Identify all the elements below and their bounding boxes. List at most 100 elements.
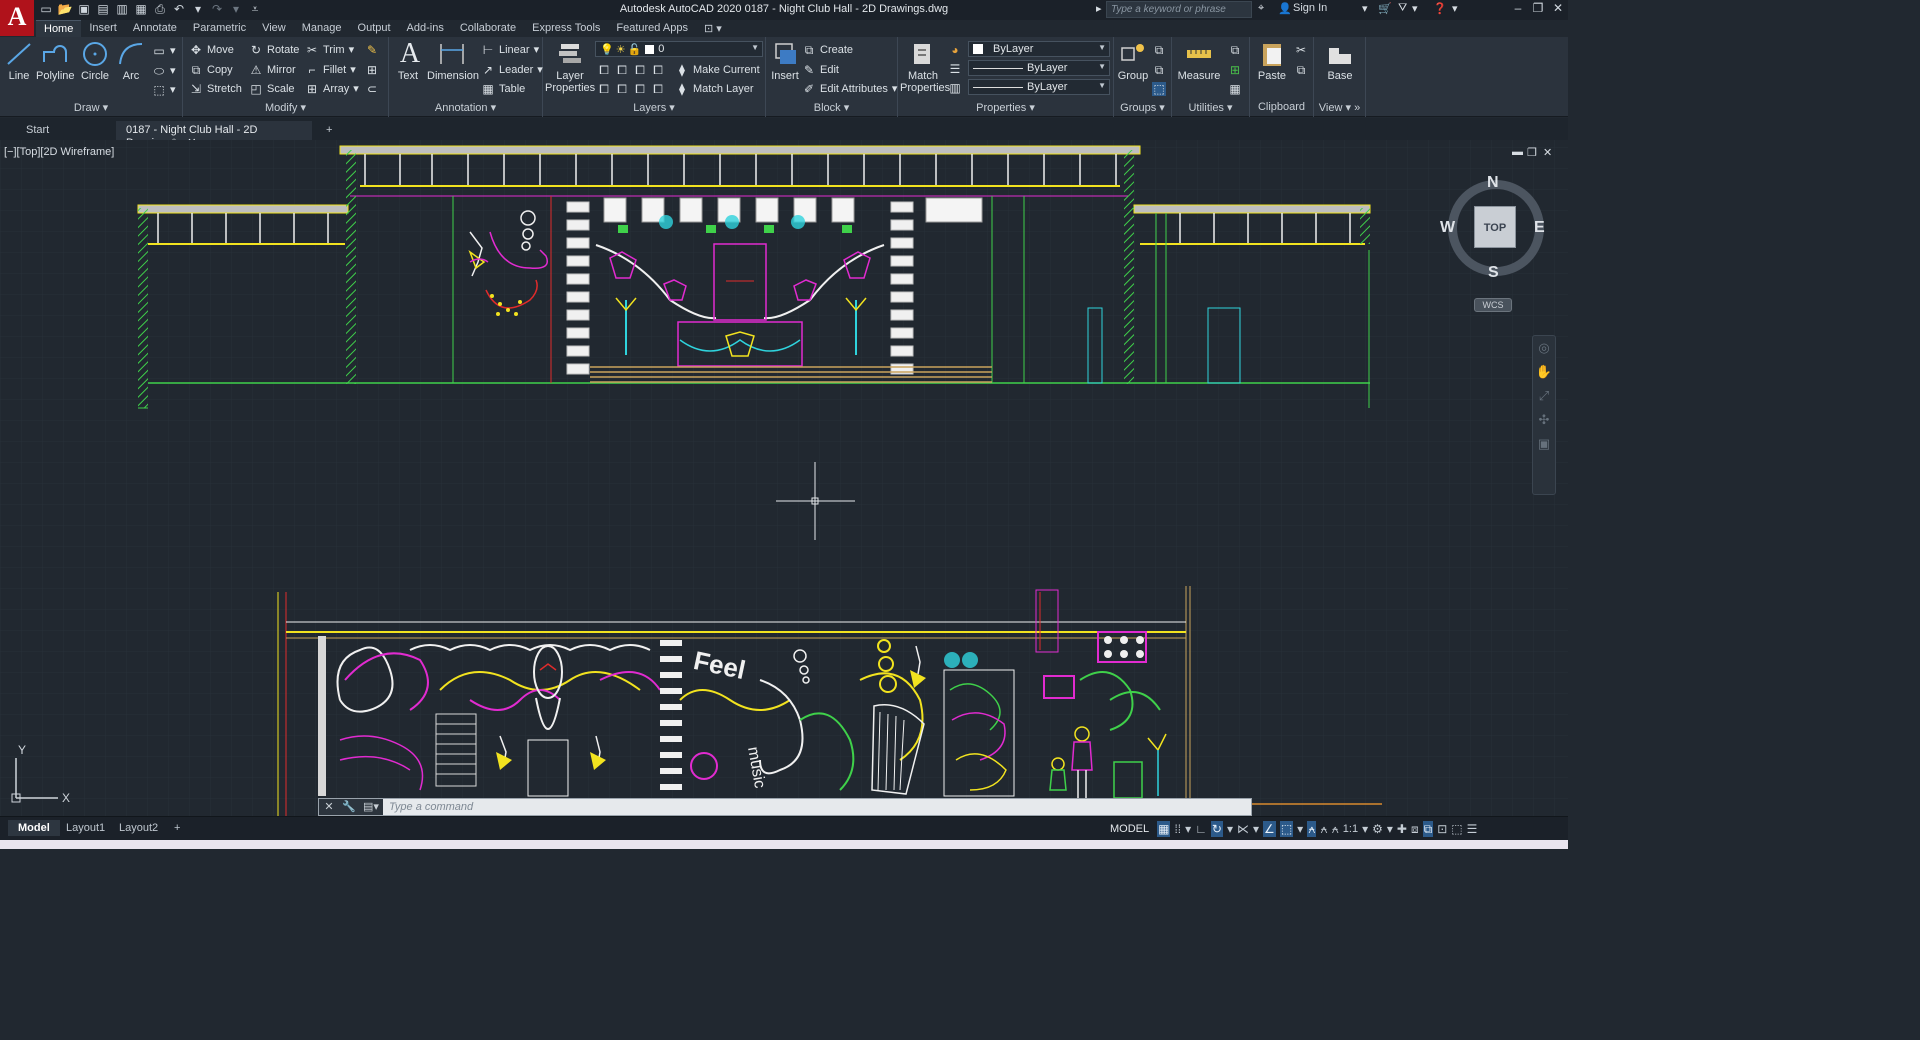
object-snap-tracking-icon[interactable]: ∠ [1263, 821, 1276, 837]
snap-dropdown-icon[interactable]: ▾ [1185, 821, 1191, 837]
quick-select-icon[interactable]: ⧉ [1228, 41, 1242, 58]
isodraft-icon[interactable]: ⋉ [1237, 821, 1249, 837]
leader-button[interactable]: ↗ Leader ▾ [481, 61, 543, 78]
sign-in-link[interactable]: Sign In [1293, 2, 1327, 14]
viewport-restore-icon[interactable]: ❐ [1527, 146, 1537, 159]
color-wheel-icon[interactable]: ◕ [948, 41, 962, 58]
viewport-close-icon[interactable]: ✕ [1543, 146, 1552, 159]
app-dropdown-icon[interactable]: ▾ [1412, 2, 1418, 15]
restore-icon[interactable]: ❐ [1528, 1, 1548, 18]
auto-scale-icon[interactable]: ⍲ [1320, 821, 1327, 837]
quick-properties-icon[interactable]: ⧉ [1422, 821, 1434, 837]
annotation-scale-value[interactable]: 1:1 [1343, 821, 1358, 837]
redo-icon[interactable]: ↷ [209, 2, 225, 17]
binoculars-icon[interactable]: ⌖ [1258, 2, 1264, 15]
viewport-controls-label[interactable]: [−][Top][2D Wireframe] [4, 146, 114, 158]
edit-block-button[interactable]: ✎ Edit [802, 61, 839, 78]
undo-icon[interactable]: ↶ [171, 2, 187, 17]
snap-icon[interactable]: ⁞⁞ [1174, 821, 1181, 837]
erase-icon[interactable]: ✎ [365, 41, 379, 58]
polyline-button[interactable]: Polyline [36, 40, 75, 82]
ribbon-display-toggle-icon[interactable]: ⊡ ▾ [696, 20, 730, 37]
workspace-gear-icon[interactable]: ⚙ [1372, 821, 1383, 837]
save-icon[interactable]: ▣ [76, 2, 92, 17]
viewport-minimize-icon[interactable]: ▬ [1512, 146, 1523, 158]
offset-icon[interactable]: ⊂ [365, 80, 379, 97]
customize-qat-icon[interactable]: ⩡ [247, 2, 263, 17]
showmotion-icon[interactable]: ▣ [1533, 432, 1555, 456]
redo-dropdown-icon[interactable]: ▾ [228, 2, 244, 17]
view-panel-title[interactable]: View ▾ » [1314, 101, 1365, 115]
lineweight-icon[interactable]: ☰ [948, 60, 962, 77]
properties-panel-title[interactable]: Properties ▾ [898, 101, 1113, 115]
cart-icon[interactable]: 🛒 [1378, 2, 1392, 15]
minimize-icon[interactable]: – [1508, 1, 1528, 18]
mirror-button[interactable]: ⚠ Mirror [249, 61, 296, 78]
object-snap-icon[interactable]: ⬚ [1279, 821, 1294, 837]
tab-annotate[interactable]: Annotate [125, 20, 185, 37]
tab-layout1[interactable]: Layout1 [56, 820, 115, 836]
units-icon[interactable]: ⧈ [1411, 821, 1419, 837]
paste-button[interactable]: Paste [1254, 40, 1290, 82]
steering-wheel-icon[interactable]: ◎ [1533, 336, 1555, 360]
autodesk-app-icon[interactable]: ⛛ [1398, 2, 1407, 15]
clipboard-panel-title[interactable]: Clipboard [1250, 101, 1313, 115]
help-icon[interactable]: ❓ [1433, 2, 1447, 15]
measure-button[interactable]: Measure [1176, 40, 1222, 82]
tab-express-tools[interactable]: Express Tools [524, 20, 608, 37]
tab-home[interactable]: Home [36, 20, 82, 37]
customization-menu-icon[interactable]: ☰ [1467, 821, 1478, 837]
tab-start[interactable]: Start [16, 121, 116, 140]
tab-model[interactable]: Model [8, 820, 60, 836]
tab-add-ins[interactable]: Add-ins [399, 20, 452, 37]
layer-tools-row2[interactable]: ⧠ ⧠ ⧠ ⧠ [597, 80, 665, 97]
match-properties-button[interactable]: Match Properties [900, 40, 950, 94]
model-space-button[interactable]: MODEL [1110, 821, 1149, 837]
create-block-button[interactable]: ⧉ Create [802, 41, 853, 58]
customize-command-icon[interactable]: 🔧 [339, 799, 359, 815]
block-panel-title[interactable]: Block ▾ [766, 101, 897, 115]
group-select-icon[interactable]: ⬚ [1152, 80, 1166, 97]
open-file-icon[interactable]: 📂 [57, 2, 73, 17]
dimension-button[interactable]: Dimension [427, 40, 479, 82]
clean-screen-icon[interactable]: ⬚ [1451, 821, 1462, 837]
isolate-objects-icon[interactable]: ⊡ [1437, 821, 1447, 837]
compass-south[interactable]: S [1488, 264, 1499, 282]
annotation-monitor-icon[interactable]: ✚ [1397, 821, 1407, 837]
save-web-icon[interactable]: ▦ [133, 2, 149, 17]
modify-panel-title[interactable]: Modify ▾ [183, 101, 388, 115]
viewcube[interactable]: N S E W TOP [1440, 170, 1552, 282]
ungroup-icon[interactable]: ⧉ [1152, 41, 1166, 58]
tab-insert[interactable]: Insert [81, 20, 125, 37]
linetype-dropdown[interactable]: ByLayer ▼ [968, 79, 1110, 95]
layers-panel-title[interactable]: Layers ▾ [543, 101, 765, 115]
wcs-menu[interactable]: WCS [1474, 298, 1512, 312]
scale-dropdown-icon[interactable]: ▾ [1362, 821, 1368, 837]
layer-properties-button[interactable]: Layer Properties [545, 40, 595, 94]
plot-icon[interactable]: ⎙ [152, 2, 168, 17]
search-input[interactable]: Type a keyword or phrase [1106, 1, 1252, 18]
rectangle-icon[interactable]: ▭ ▾ [152, 42, 175, 59]
layer-dropdown[interactable]: 💡 ☀ 🔓 0 ▼ [595, 41, 763, 57]
tab-collaborate[interactable]: Collaborate [452, 20, 524, 37]
edit-attributes-button[interactable]: ✐ Edit Attributes ▾ [802, 80, 897, 97]
isodraft-dropdown-icon[interactable]: ▾ [1253, 821, 1259, 837]
polar-dropdown-icon[interactable]: ▾ [1227, 821, 1233, 837]
sign-in-dropdown-icon[interactable]: ▾ [1362, 2, 1368, 15]
boundary-icon[interactable]: ⬚ ▾ [152, 81, 175, 98]
text-button[interactable]: A Text [395, 40, 421, 83]
search-expand-icon[interactable]: ▸ [1096, 2, 1102, 15]
copy-clip-icon[interactable]: ⧉ [1294, 61, 1308, 78]
compass-east[interactable]: E [1534, 219, 1545, 237]
scale-button[interactable]: ◰ Scale [249, 80, 294, 97]
zoom-extents-icon[interactable]: ⤢ [1533, 384, 1555, 408]
line-button[interactable]: Line [4, 40, 34, 82]
tab-layout2[interactable]: Layout2 [109, 820, 168, 836]
object-snap-dropdown-icon[interactable]: ▾ [1297, 821, 1303, 837]
save-as-icon[interactable]: ▤ [95, 2, 111, 17]
pan-icon[interactable]: ✋ [1533, 360, 1555, 384]
recent-commands-icon[interactable]: ▤▾ [359, 799, 383, 815]
insert-button[interactable]: Insert [768, 40, 802, 82]
application-menu-button[interactable]: A [0, 0, 34, 36]
stretch-button[interactable]: ⇲ Stretch [189, 80, 242, 97]
